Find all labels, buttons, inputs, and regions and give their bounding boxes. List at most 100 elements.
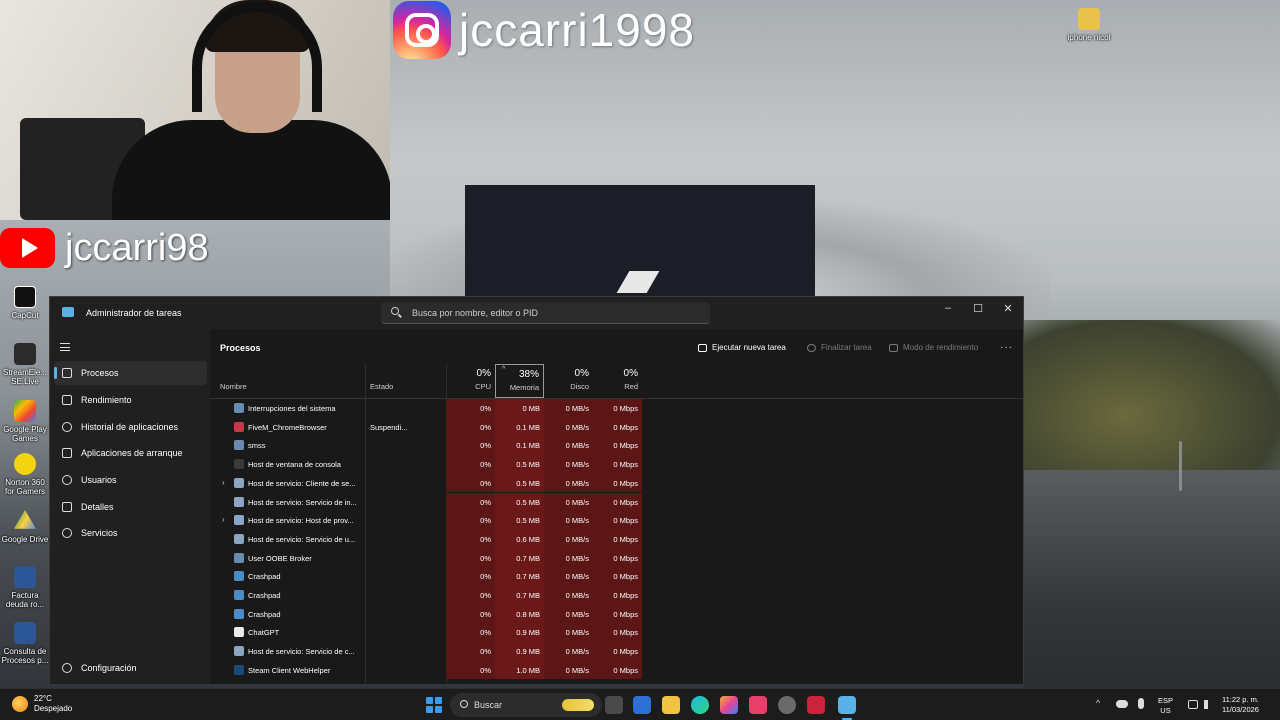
desktop-icon-google-drive[interactable]: Google Drive bbox=[0, 510, 50, 544]
table-row[interactable]: Host de ventana de consola 0% 0.5 MB 0 MB/s… bbox=[210, 455, 1023, 474]
table-row[interactable]: Crashpad 0% 0.7 MB 0 MB/s 0 Mbps bbox=[210, 567, 1023, 586]
column-header-disk[interactable]: 0% Disco bbox=[544, 364, 593, 398]
process-cpu: 0% bbox=[446, 511, 495, 530]
table-row[interactable]: Host de servicio: Servicio de c... 0% 0.9 … bbox=[210, 642, 1023, 661]
sidebar-item-historial[interactable]: Historial de aplicaciones bbox=[54, 415, 207, 439]
desktop-icon-capcut[interactable]: CapCut bbox=[0, 286, 50, 320]
word-document-icon bbox=[14, 566, 36, 588]
table-row[interactable]: ChatGPT 0% 0.9 MB 0 MB/s 0 Mbps bbox=[210, 623, 1023, 643]
column-header-memory[interactable]: ^ 38% Memoria bbox=[495, 364, 544, 398]
sidebar-item-configuracion[interactable]: Configuración bbox=[54, 656, 207, 680]
expand-chevron-icon[interactable]: › bbox=[222, 515, 225, 524]
column-header-network[interactable]: 0% Red bbox=[593, 364, 642, 398]
taskbar-search[interactable]: Buscar bbox=[450, 693, 602, 717]
table-row[interactable]: User OOBE Broker 0% 0.7 MB 0 MB/s 0 Mbps bbox=[210, 548, 1023, 568]
process-name: Host de servicio: Cliente de se... bbox=[248, 478, 356, 488]
table-row[interactable]: Interrupciones del sistema 0% 0 MB 0 MB/s 0 … bbox=[210, 399, 1023, 418]
sidebar-item-procesos[interactable]: Procesos bbox=[54, 361, 207, 385]
microsoft-store-icon[interactable] bbox=[633, 696, 651, 714]
process-name: smss bbox=[248, 441, 266, 451]
column-header-cpu[interactable]: 0% CPU bbox=[446, 364, 495, 398]
sidebar-item-servicios[interactable]: Servicios bbox=[54, 521, 207, 545]
title-bar[interactable]: Administrador de tareas Busca por nombre… bbox=[50, 297, 1023, 329]
volume-icon[interactable] bbox=[1204, 700, 1214, 709]
desktop-icon-factura[interactable]: Factura deuda ro... bbox=[0, 566, 50, 609]
microphone-icon[interactable] bbox=[1138, 698, 1144, 709]
table-row[interactable]: Steam Client WebHelper 0% 1.0 MB 0 MB/s 0 Mb… bbox=[210, 660, 1023, 680]
process-disk: 0 MB/s bbox=[544, 604, 593, 624]
processes-icon bbox=[62, 368, 72, 378]
edge-browser-icon[interactable] bbox=[691, 696, 709, 714]
task-view-icon[interactable] bbox=[605, 696, 623, 714]
chatgpt-icon[interactable] bbox=[778, 696, 796, 714]
desktop-icon-iphone-nicol[interactable]: iphone nicol bbox=[1054, 8, 1124, 42]
process-cpu: 0% bbox=[446, 642, 495, 661]
table-row[interactable]: Host de servicio: Servicio de in... 0% 0.5… bbox=[210, 492, 1023, 512]
copilot-icon[interactable] bbox=[720, 696, 738, 714]
table-row[interactable]: FiveM_ChromeBrowser Suspendi... 0% 0.1 MB 0 … bbox=[210, 417, 1023, 437]
maximize-button[interactable]: ☐ bbox=[963, 297, 993, 319]
scrollbar-thumb[interactable] bbox=[1179, 441, 1182, 491]
more-options-button[interactable]: ··· bbox=[1000, 342, 1013, 353]
search-input[interactable]: Busca por nombre, editor o PID bbox=[381, 302, 710, 324]
process-disk: 0 MB/s bbox=[544, 548, 593, 568]
process-memory: 0.1 MB bbox=[495, 417, 544, 437]
efficiency-mode-icon bbox=[889, 343, 898, 352]
process-name: Host de ventana de consola bbox=[248, 460, 341, 470]
instagram-overlay: jccarri1998 bbox=[393, 1, 695, 59]
sidebar-item-arranque[interactable]: Aplicaciones de arranque bbox=[54, 441, 207, 465]
google-play-games-icon bbox=[14, 400, 36, 422]
table-row[interactable]: Host de servicio: Servicio de u... 0% 0.6 … bbox=[210, 529, 1023, 549]
network-icon[interactable] bbox=[1188, 700, 1198, 709]
settings-gear-icon bbox=[62, 663, 72, 673]
sidebar-item-usuarios[interactable]: Usuarios bbox=[54, 468, 207, 492]
process-network: 0 Mbps bbox=[593, 623, 642, 643]
wallpaper-road bbox=[1024, 470, 1280, 690]
table-row[interactable]: › Host de servicio: Cliente de se... 0% 0.5… bbox=[210, 473, 1023, 493]
expand-chevron-icon[interactable]: › bbox=[222, 478, 225, 487]
tiktok-icon[interactable] bbox=[749, 696, 767, 714]
process-cpu: 0% bbox=[446, 586, 495, 605]
instagram-icon bbox=[393, 1, 451, 59]
close-button[interactable]: ✕ bbox=[993, 297, 1023, 319]
desktop-icon-streamelements[interactable]: StreamEle... SE.Live bbox=[0, 343, 50, 386]
column-header-status[interactable]: Estado bbox=[365, 364, 446, 398]
table-row[interactable]: › Host de servicio: Host de prov... 0% 0.5 … bbox=[210, 511, 1023, 530]
end-task-button[interactable]: Finalizar tarea bbox=[807, 343, 872, 352]
sidebar-item-rendimiento[interactable]: Rendimiento bbox=[54, 388, 207, 412]
hamburger-menu-icon[interactable] bbox=[60, 343, 70, 351]
table-row[interactable]: Crashpad 0% 0.7 MB 0 MB/s 0 Mbps bbox=[210, 586, 1023, 605]
details-icon bbox=[62, 502, 72, 512]
sun-icon bbox=[12, 696, 28, 713]
process-disk: 0 MB/s bbox=[544, 586, 593, 605]
process-disk: 0 MB/s bbox=[544, 567, 593, 586]
desktop-icon-google-play-games[interactable]: Google Play Games bbox=[0, 400, 50, 443]
onedrive-icon[interactable] bbox=[1116, 700, 1128, 708]
weather-widget[interactable]: 22°C Despejado bbox=[12, 694, 72, 715]
table-row[interactable]: smss 0% 0.1 MB 0 MB/s 0 Mbps bbox=[210, 436, 1023, 456]
process-memory: 0.8 MB bbox=[495, 604, 544, 624]
system-icon bbox=[234, 440, 244, 451]
run-new-task-button[interactable]: Ejecutar nueva tarea bbox=[698, 343, 786, 352]
process-name: Host de servicio: Host de prov... bbox=[248, 516, 354, 526]
process-disk: 0 MB/s bbox=[544, 417, 593, 437]
start-button[interactable] bbox=[426, 697, 442, 713]
fivem-icon[interactable] bbox=[807, 696, 825, 714]
table-row[interactable]: Crashpad 0% 0.8 MB 0 MB/s 0 Mbps bbox=[210, 604, 1023, 624]
tray-overflow-chevron[interactable]: ^ bbox=[1096, 698, 1100, 708]
efficiency-mode-button[interactable]: Modo de rendimiento bbox=[889, 343, 978, 352]
process-network: 0 Mbps bbox=[593, 455, 642, 474]
file-explorer-icon[interactable] bbox=[662, 696, 680, 714]
desktop-icon-consulta[interactable]: Consulta de Procesos p... bbox=[0, 622, 50, 665]
sidebar-item-detalles[interactable]: Detalles bbox=[54, 495, 207, 519]
system-clock[interactable]: 11:22 p. m. 11/03/2026 bbox=[1222, 695, 1259, 715]
task-manager-taskbar-icon[interactable] bbox=[838, 696, 856, 720]
search-icon bbox=[460, 700, 468, 708]
youtube-overlay: jccarri98 bbox=[0, 226, 209, 270]
language-indicator[interactable]: ESP US bbox=[1158, 696, 1173, 716]
service-icon bbox=[234, 477, 244, 488]
process-network: 0 Mbps bbox=[593, 492, 642, 512]
column-header-name[interactable]: Nombre bbox=[210, 364, 365, 398]
desktop-icon-norton[interactable]: Norton 360 for Gamers bbox=[0, 453, 50, 496]
minimize-button[interactable]: – bbox=[933, 297, 963, 319]
